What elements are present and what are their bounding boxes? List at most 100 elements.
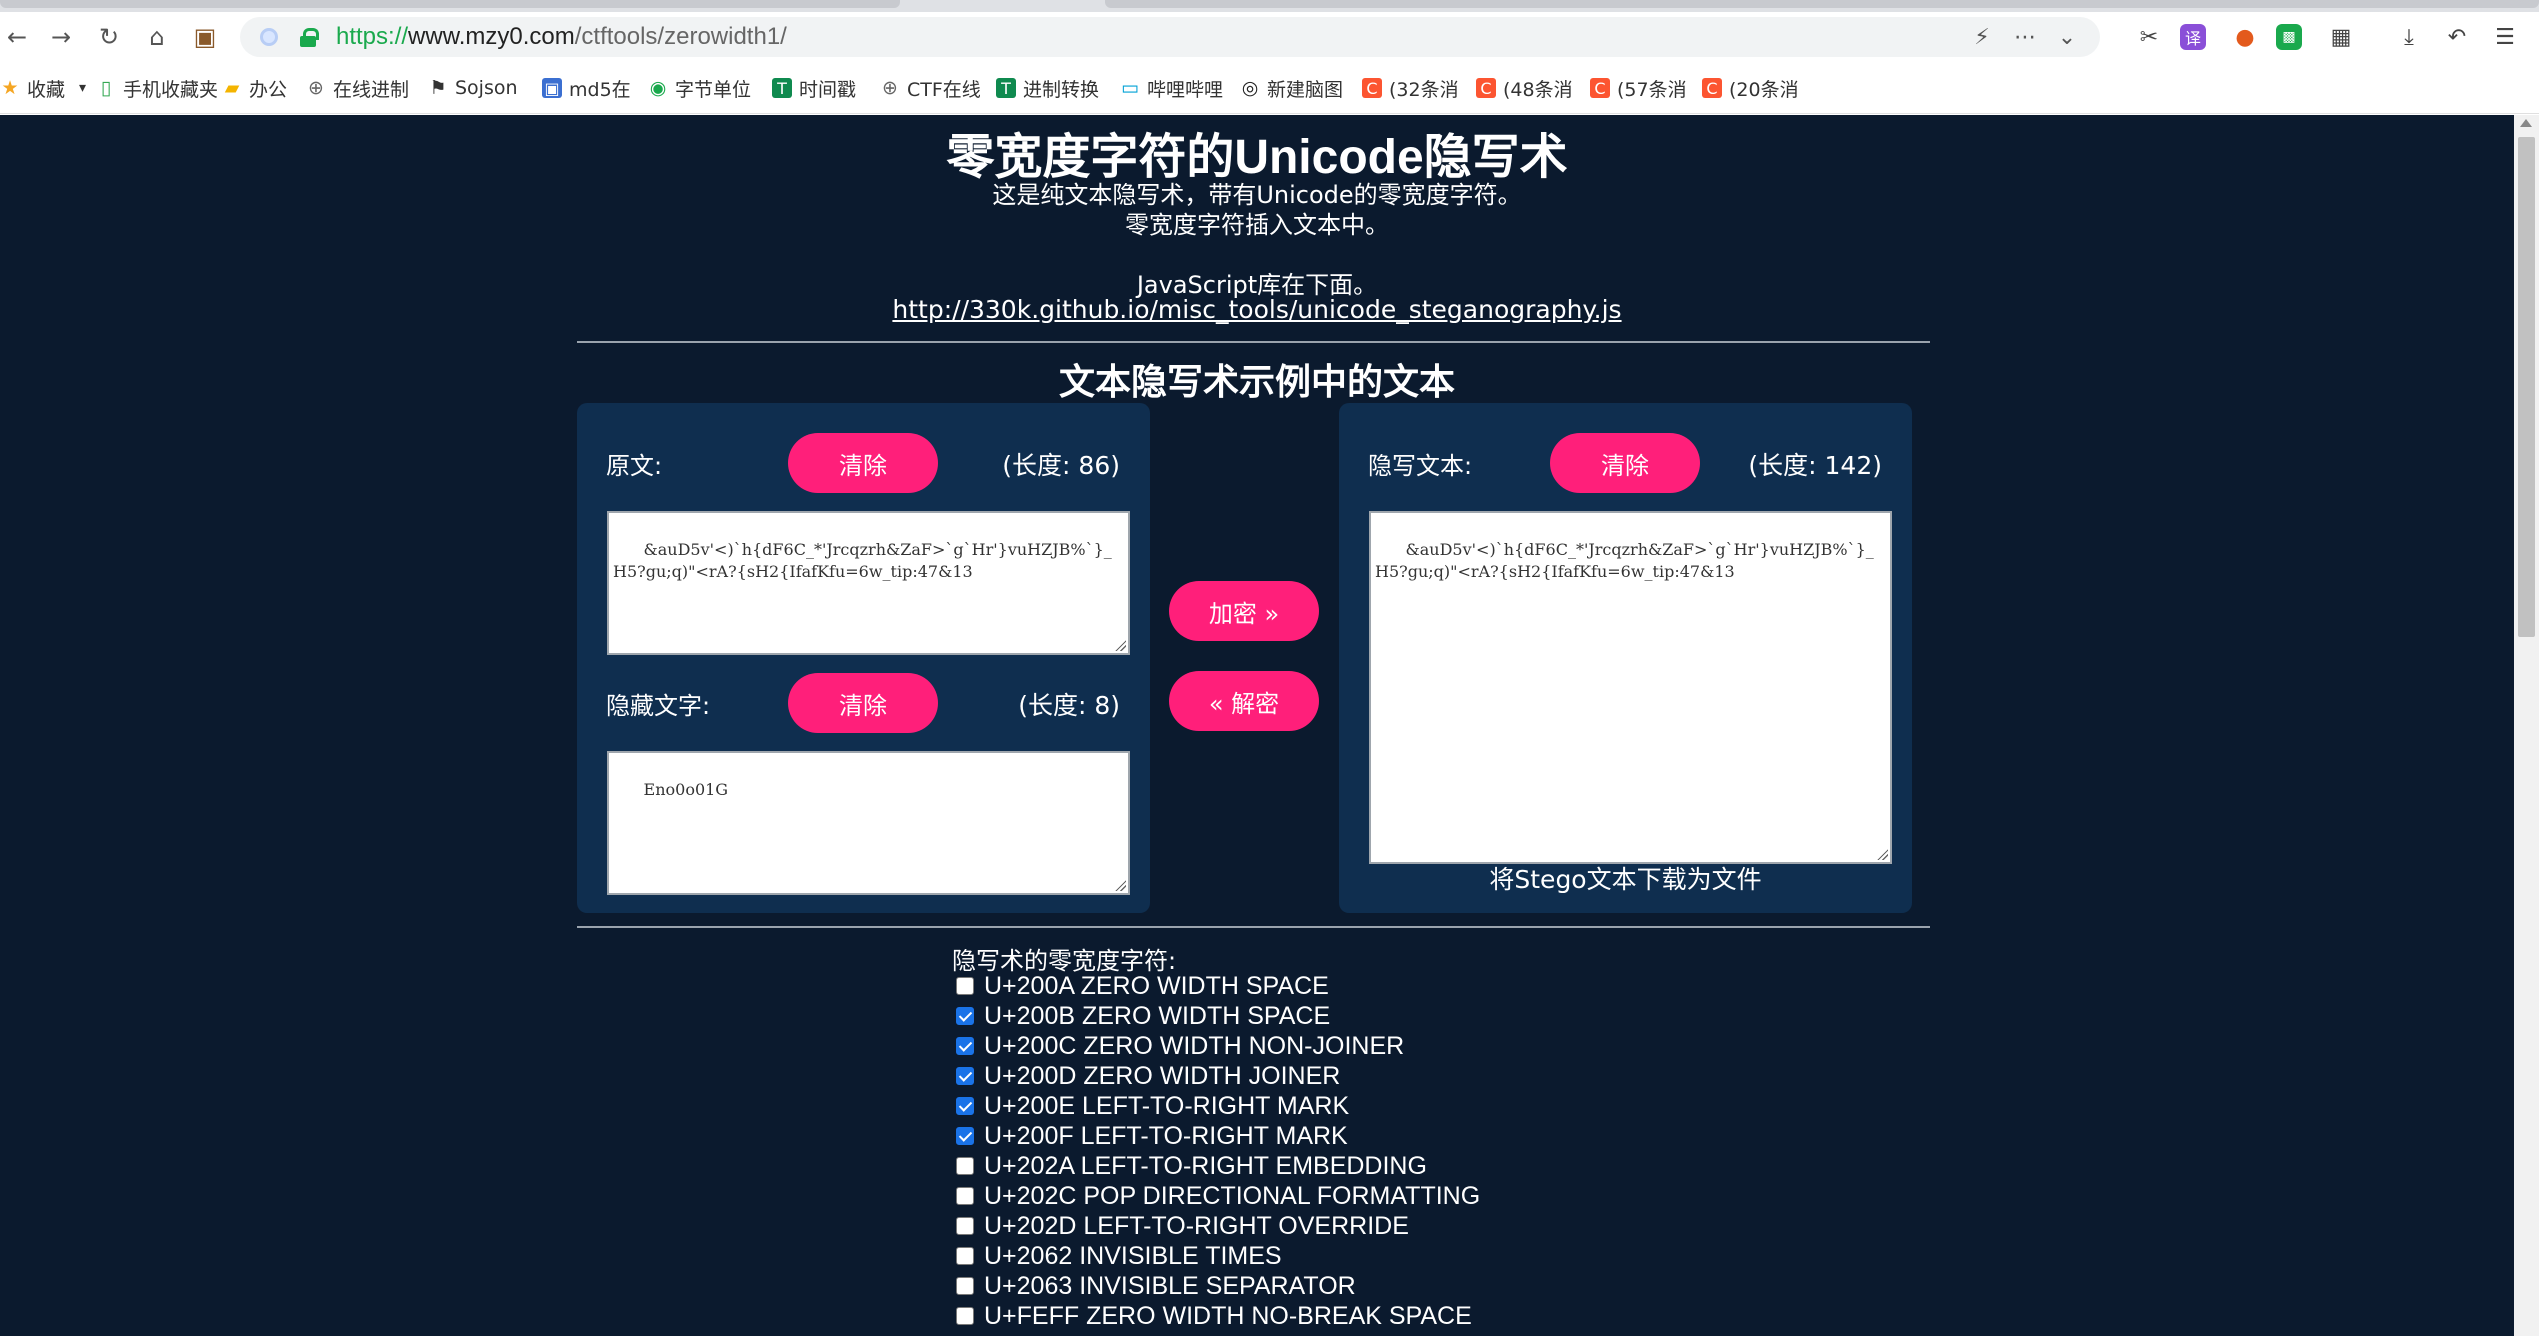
- checkbox-checked[interactable]: [956, 1127, 974, 1145]
- checkbox-checked[interactable]: [956, 1097, 974, 1115]
- home-icon[interactable]: ⌂: [140, 20, 174, 54]
- download-stego-link[interactable]: 将Stego文本下载为文件: [1339, 860, 1912, 896]
- tab-strip: [0, 0, 2539, 12]
- zero-width-option[interactable]: U+FEFF ZERO WIDTH NO-BREAK SPACE: [956, 1301, 1480, 1331]
- hidden-length: (长度: 8): [1018, 691, 1120, 720]
- stego-length: (长度: 142): [1748, 451, 1882, 480]
- checkbox-unchecked[interactable]: [956, 977, 974, 995]
- tab-hint-right[interactable]: [1105, 0, 2539, 8]
- checkbox-checked[interactable]: [956, 1067, 974, 1085]
- menu-icon[interactable]: ☰: [2488, 20, 2522, 54]
- bookmark-item[interactable]: C (57条消: [1590, 74, 1687, 102]
- back-arrow-icon[interactable]: ←: [0, 20, 34, 54]
- original-textarea[interactable]: &auD5v'<)`h{dF6C_*'Jrcqzrh&ZaF>`g`Hr'}vu…: [607, 511, 1130, 655]
- url-bar[interactable]: https://www.mzy0.com/ctftools/zerowidth1…: [240, 17, 2100, 57]
- divider-bottom: [577, 926, 1930, 928]
- zero-width-option[interactable]: U+200C ZERO WIDTH NON-JOINER: [956, 1031, 1480, 1061]
- bookmark-label: 在线进制: [333, 78, 410, 101]
- zero-width-option[interactable]: U+202D LEFT-TO-RIGHT OVERRIDE: [956, 1211, 1480, 1241]
- stego-panel: 隐写文本: 清除 (长度: 142) &auD5v'<)`h{dF6C_*'Jr…: [1339, 403, 1912, 913]
- zero-width-option[interactable]: U+200A ZERO WIDTH SPACE: [956, 971, 1480, 1001]
- undo-icon[interactable]: ↶: [2440, 20, 2474, 54]
- dropdown-caret-icon[interactable]: ▾: [79, 80, 86, 96]
- bookmark-item[interactable]: ▰ 办公: [222, 74, 287, 102]
- bookmark-item[interactable]: ▣ md5在: [542, 74, 631, 102]
- bookmark-item[interactable]: ◉ 字节单位: [648, 74, 751, 102]
- scrollbar-thumb[interactable]: [2518, 137, 2535, 637]
- bookmark-item[interactable]: C (20条消: [1702, 74, 1799, 102]
- stego-textarea[interactable]: &auD5v'<)`h{dF6C_*'Jrcqzrh&ZaF>`g`Hr'}vu…: [1369, 511, 1892, 864]
- zero-width-option-label: U+FEFF ZERO WIDTH NO-BREAK SPACE: [984, 1301, 1472, 1330]
- game-controller-icon[interactable]: ●: [2228, 20, 2262, 54]
- shield-icon[interactable]: [260, 28, 278, 46]
- bookmark-item[interactable]: ▭ 哔哩哔哩: [1120, 74, 1223, 102]
- url-scheme: https://: [336, 23, 409, 50]
- bookmark-label: Sojson: [455, 77, 518, 99]
- checkbox-unchecked[interactable]: [956, 1187, 974, 1205]
- lightning-icon[interactable]: ⚡: [1965, 20, 1999, 54]
- checkbox-unchecked[interactable]: [956, 1247, 974, 1265]
- zero-width-option[interactable]: U+200D ZERO WIDTH JOINER: [956, 1061, 1480, 1091]
- url-text[interactable]: https://www.mzy0.com/ctftools/zerowidth1…: [336, 23, 787, 51]
- resize-handle-icon[interactable]: [1114, 639, 1126, 651]
- bookmark-item[interactable]: C (32条消: [1362, 74, 1459, 102]
- zero-width-option[interactable]: U+2062 INVISIBLE TIMES: [956, 1241, 1480, 1271]
- zero-width-options: U+200A ZERO WIDTH SPACE U+200B ZERO WIDTH…: [956, 971, 1480, 1331]
- zero-width-option-label: U+200A ZERO WIDTH SPACE: [984, 971, 1329, 1000]
- csdn-icon: C: [1476, 78, 1496, 98]
- more-dots-icon[interactable]: ⋯: [2008, 20, 2042, 54]
- vertical-scrollbar[interactable]: [2514, 115, 2539, 1336]
- checkbox-unchecked[interactable]: [956, 1277, 974, 1295]
- zero-width-option[interactable]: U+200E LEFT-TO-RIGHT MARK: [956, 1091, 1480, 1121]
- zero-width-option[interactable]: U+202A LEFT-TO-RIGHT EMBEDDING: [956, 1151, 1480, 1181]
- hidden-textarea-value: Eno0o01G: [643, 780, 729, 799]
- checkbox-unchecked[interactable]: [956, 1217, 974, 1235]
- translate-icon[interactable]: 译: [2180, 24, 2206, 50]
- scissors-icon[interactable]: ✂: [2132, 20, 2166, 54]
- reader-icon[interactable]: ▩: [2276, 24, 2302, 50]
- reload-icon[interactable]: ↻: [92, 20, 126, 54]
- zero-width-option[interactable]: U+202C POP DIRECTIONAL FORMATTING: [956, 1181, 1480, 1211]
- bookmark-item[interactable]: ★ 收藏 ▾: [0, 74, 86, 102]
- zero-width-option[interactable]: U+200F LEFT-TO-RIGHT MARK: [956, 1121, 1480, 1151]
- encode-button[interactable]: 加密 »: [1169, 581, 1319, 641]
- bookmark-item[interactable]: ⚑ Sojson: [428, 74, 518, 102]
- bookmark-item[interactable]: ◎ 新建脑图: [1240, 74, 1343, 102]
- bookmark-item[interactable]: T 进制转换: [996, 74, 1099, 102]
- bookmark-item[interactable]: ⊕ 在线进制: [306, 74, 409, 102]
- library-link[interactable]: http://330k.github.io/misc_tools/unicode…: [892, 295, 1621, 324]
- zero-width-option[interactable]: U+2063 INVISIBLE SEPARATOR: [956, 1271, 1480, 1301]
- decode-button[interactable]: « 解密: [1169, 671, 1319, 731]
- checkbox-unchecked[interactable]: [956, 1157, 974, 1175]
- checkbox-checked[interactable]: [956, 1007, 974, 1025]
- library-link-row: http://330k.github.io/misc_tools/unicode…: [0, 295, 2514, 324]
- bookmarks-bar: ★ 收藏 ▾ ▯ 手机收藏夹 ▰ 办公 ⊕ 在线进制 ⚑ Sojson ▣ md5在 ◉ 字节单位 T 时间戳 ⊕…: [0, 62, 2539, 114]
- bookmark-item[interactable]: ▯ 手机收藏夹: [96, 74, 218, 102]
- resize-handle-icon[interactable]: [1876, 848, 1888, 860]
- zero-width-option-label: U+202D LEFT-TO-RIGHT OVERRIDE: [984, 1211, 1409, 1240]
- csdn-icon: C: [1590, 78, 1610, 98]
- zero-width-option-label: U+200D ZERO WIDTH JOINER: [984, 1061, 1341, 1090]
- download-icon[interactable]: ⤓: [2392, 20, 2426, 54]
- url-path: /ctftools/zerowidth1/: [574, 23, 787, 50]
- apps-grid-icon[interactable]: ▦: [2324, 20, 2358, 54]
- resize-handle-icon[interactable]: [1114, 879, 1126, 891]
- zero-width-option[interactable]: U+200B ZERO WIDTH SPACE: [956, 1001, 1480, 1031]
- lock-icon[interactable]: [300, 28, 319, 47]
- clear-hidden-button[interactable]: 清除: [788, 673, 938, 733]
- chevron-down-icon[interactable]: ⌄: [2050, 20, 2084, 54]
- clear-stego-button[interactable]: 清除: [1550, 433, 1700, 493]
- bookmark-item[interactable]: T 时间戳: [772, 74, 856, 102]
- url-host: www.mzy0.com: [408, 23, 575, 50]
- bookmark-item[interactable]: C (48条消: [1476, 74, 1573, 102]
- scroll-up-arrow-icon[interactable]: [2520, 119, 2532, 127]
- bookmark-item[interactable]: ⊕ CTF在线: [880, 74, 981, 102]
- checkbox-unchecked[interactable]: [956, 1307, 974, 1325]
- forward-arrow-icon[interactable]: →: [44, 20, 78, 54]
- address-toolbar: ← → ↻ ⌂ ▣ https://www.mzy0.com/ctftools/…: [0, 12, 2539, 62]
- hidden-textarea[interactable]: Eno0o01G: [607, 751, 1130, 895]
- clear-original-button[interactable]: 清除: [788, 433, 938, 493]
- tab-hint-left[interactable]: [0, 0, 900, 8]
- checkbox-checked[interactable]: [956, 1037, 974, 1055]
- briefcase-icon[interactable]: ▣: [188, 20, 222, 54]
